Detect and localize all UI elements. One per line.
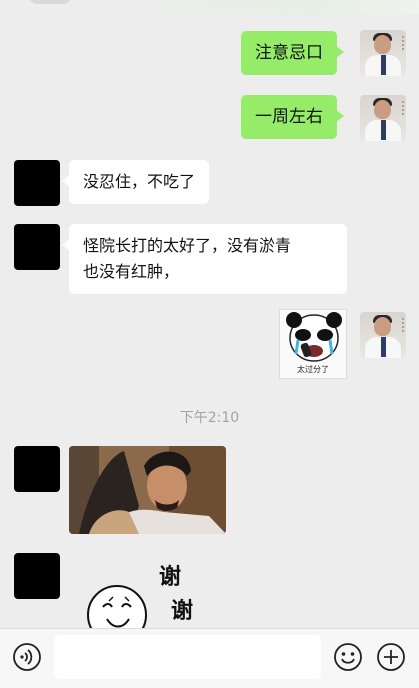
panda-sticker[interactable]: 太过分了 <box>279 309 347 379</box>
received-message[interactable]: 怪院长打的太好了，没有淤青 也没有红肿， <box>62 224 347 294</box>
movie-scene-image[interactable] <box>69 446 226 534</box>
input-bar <box>0 628 419 688</box>
embrace-scene-picture <box>69 446 226 534</box>
header-nub <box>28 0 72 4</box>
doctor-avatar[interactable] <box>360 30 406 76</box>
received-message[interactable]: 没忍住，不吃了 <box>61 160 210 204</box>
plus-button[interactable] <box>376 642 406 672</box>
contact-avatar[interactable] <box>14 446 60 492</box>
smiling-face-image <box>87 585 147 628</box>
message-timestamp: 下午2:10 <box>179 410 240 426</box>
top-strip <box>0 0 419 16</box>
message-text: 注意忌口 <box>255 43 323 63</box>
sent-message[interactable]: 一周左右 <box>241 95 344 139</box>
contact-avatar[interactable] <box>14 160 60 206</box>
contact-avatar[interactable] <box>14 553 60 599</box>
voice-icon <box>13 643 41 671</box>
header-glow <box>150 0 419 14</box>
doctor-avatar[interactable] <box>360 95 406 141</box>
chat-area[interactable]: 注意忌口 一周左右 没忍住，不吃了 怪院长打的太好了，没有淤青 也没有红肿， 太… <box>0 16 419 628</box>
message-text: 一周左右 <box>255 107 323 127</box>
thanks-char-1: 谢 <box>159 564 182 590</box>
message-text-line-2: 也没有红肿， <box>83 262 180 281</box>
emoji-button[interactable] <box>333 642 363 672</box>
sticker-caption: 太过分了 <box>297 365 329 374</box>
message-text-line-1: 怪院长打的太好了，没有淤青 <box>83 236 292 255</box>
doctor-avatar[interactable] <box>360 312 406 358</box>
thanks-char-2: 谢 <box>171 598 194 624</box>
message-input[interactable] <box>54 635 321 679</box>
emoji-icon <box>334 643 362 671</box>
plus-icon <box>377 643 405 671</box>
sent-message[interactable]: 注意忌口 <box>241 31 344 75</box>
voice-button[interactable] <box>12 642 42 672</box>
message-text: 没忍住，不吃了 <box>83 172 196 191</box>
contact-avatar[interactable] <box>14 224 60 270</box>
crying-panda-image <box>286 312 342 362</box>
thanks-sticker[interactable]: 谢 谢 <box>85 553 215 628</box>
